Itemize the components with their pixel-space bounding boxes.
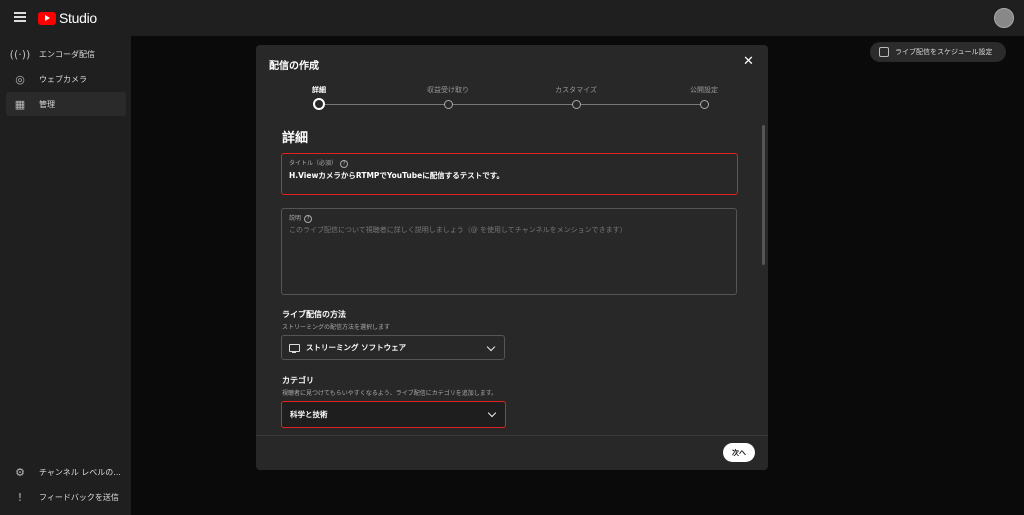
sidebar-item-label: 管理: [39, 99, 55, 109]
description-field[interactable]: 説明? このライブ配信について視聴者に詳しく説明しましょう（@ を使用してチャン…: [281, 208, 737, 295]
youtube-studio-logo[interactable]: Studio: [38, 10, 97, 26]
help-icon[interactable]: ?: [340, 159, 349, 168]
dialog-title: 配信の作成: [269, 61, 319, 72]
sidebar-item-label: フィードバックを送信: [39, 492, 119, 502]
top-bar: Studio: [0, 0, 1024, 36]
broadcast-icon: ((·)): [9, 47, 31, 61]
sidebar-item-webcam[interactable]: ◎ ウェブカメラ: [6, 67, 126, 91]
scrollbar[interactable]: [762, 125, 765, 265]
category-subtitle: 視聴者に見つけてもらいやすくなるよう、ライブ配信にカテゴリを追加します。: [282, 390, 498, 397]
category-select[interactable]: 科学と技術: [281, 401, 506, 428]
category-value: 科学と技術: [290, 410, 328, 419]
sidebar-item-label: エンコーダ配信: [39, 49, 95, 59]
step-visibility[interactable]: 公開設定: [664, 85, 744, 109]
step-label: 収益受け取り: [427, 86, 469, 94]
title-input[interactable]: H.ViewカメラからRTMPでYouTubeに配信するテストです。: [289, 170, 504, 181]
description-input[interactable]: このライブ配信について視聴者に詳しく説明しましょう（@ を使用してチャンネルをメ…: [289, 225, 627, 235]
stepper-line: [323, 104, 705, 105]
calendar-icon: [879, 47, 889, 57]
title-field-label: タイトル（必須）?: [289, 158, 349, 168]
schedule-stream-button[interactable]: ライブ配信をスケジュール設定: [870, 42, 1006, 62]
method-value: ストリーミング ソフトウェア: [306, 343, 407, 352]
stepper: 詳細 収益受け取り カスタマイズ 公開設定: [256, 85, 768, 115]
method-subtitle: ストリーミングの配信方法を選択します: [282, 324, 391, 331]
step-monetization[interactable]: 収益受け取り: [408, 85, 488, 109]
chevron-down-icon: [487, 408, 497, 418]
step-dot: [313, 98, 325, 110]
sidebar-item-encoder[interactable]: ((·)) エンコーダ配信: [6, 42, 126, 66]
step-label: カスタマイズ: [555, 86, 597, 94]
step-dot: [444, 100, 453, 109]
streaming-method-select[interactable]: ストリーミング ソフトウェア: [281, 335, 505, 360]
youtube-icon: [38, 11, 56, 25]
sidebar-item-feedback[interactable]: ! フィードバックを送信: [6, 485, 126, 509]
step-label: 詳細: [312, 86, 326, 94]
step-dot: [700, 100, 709, 109]
gear-icon: ⚙: [15, 465, 25, 479]
menu-icon[interactable]: [14, 12, 26, 22]
create-stream-dialog: 配信の作成 ✕ 詳細 収益受け取り カスタマイズ 公開設定 詳細 タイトル（必須…: [256, 45, 768, 470]
method-title: ライブ配信の方法: [282, 310, 346, 319]
step-dot: [572, 100, 581, 109]
help-icon[interactable]: ?: [304, 214, 313, 223]
sidebar-item-label: チャンネル レベルの...: [39, 467, 121, 477]
sidebar: ((·)) エンコーダ配信 ◎ ウェブカメラ ▦ 管理 ⚙ チャンネル レベルの…: [0, 36, 131, 515]
sidebar-item-label: ウェブカメラ: [39, 74, 87, 84]
monitor-icon: [289, 343, 300, 353]
step-customize[interactable]: カスタマイズ: [536, 85, 616, 109]
step-details[interactable]: 詳細: [279, 85, 359, 110]
footer-divider: [256, 435, 768, 436]
logo-text: Studio: [59, 10, 97, 26]
section-title: 詳細: [282, 131, 309, 146]
next-button[interactable]: 次へ: [723, 443, 755, 462]
description-field-label: 説明?: [289, 213, 313, 223]
feedback-icon: !: [17, 490, 23, 504]
step-label: 公開設定: [690, 86, 718, 94]
category-title: カテゴリ: [282, 376, 314, 385]
sidebar-item-manage[interactable]: ▦ 管理: [6, 92, 126, 116]
sidebar-item-channel-settings[interactable]: ⚙ チャンネル レベルの...: [6, 460, 126, 484]
calendar-icon: ▦: [14, 97, 26, 111]
camera-icon: ◎: [15, 72, 25, 86]
chevron-down-icon: [486, 342, 496, 352]
avatar[interactable]: [994, 8, 1014, 28]
schedule-button-label: ライブ配信をスケジュール設定: [895, 48, 993, 56]
title-field[interactable]: タイトル（必須）? H.ViewカメラからRTMPでYouTubeに配信するテス…: [281, 153, 738, 195]
close-icon[interactable]: ✕: [743, 55, 754, 68]
